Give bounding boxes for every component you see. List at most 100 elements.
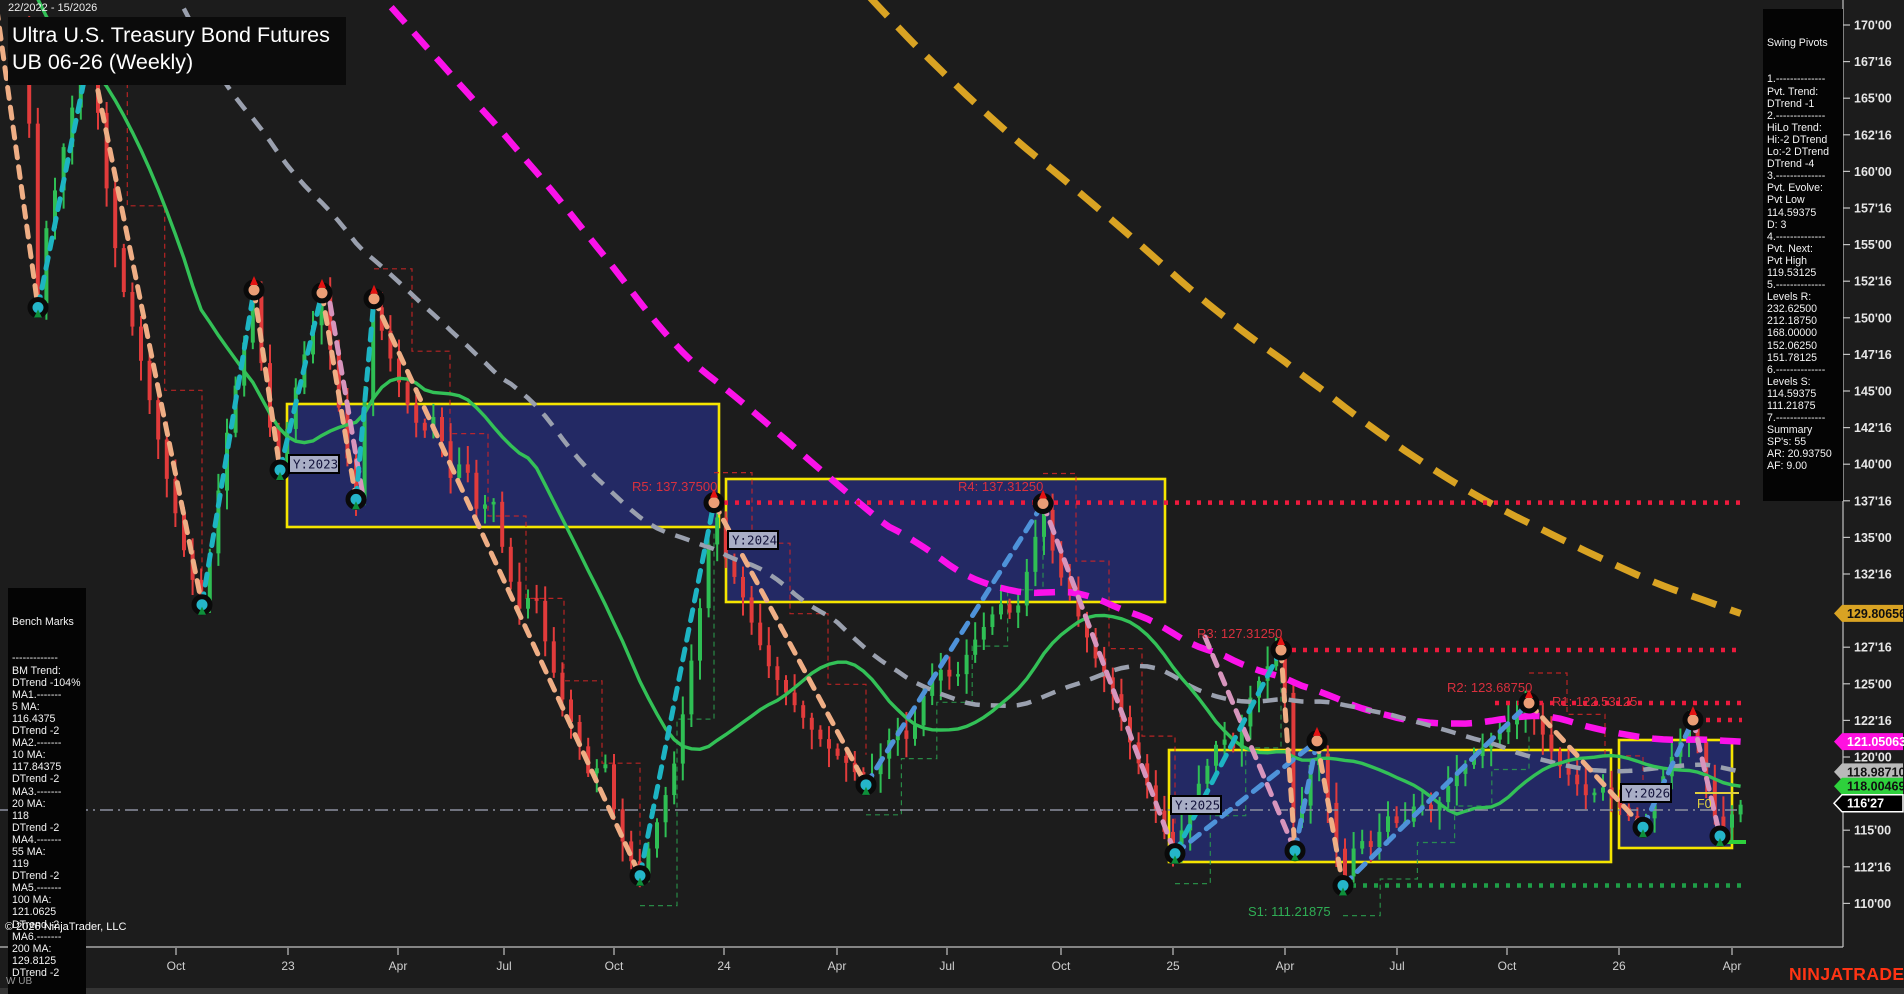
swing-pivots-line: 232.62500: [1767, 303, 1818, 316]
time-axis-label: Jul: [1389, 959, 1404, 973]
swing-pivots-line: 212.18750: [1767, 315, 1818, 328]
bench-marks-line: MA1.-------: [12, 688, 62, 701]
bench-marks-line: 117.84375: [12, 761, 62, 774]
price-axis-label: 147'16: [1854, 348, 1892, 362]
swing-pivots-line: Pvt High: [1767, 254, 1808, 267]
bench-marks-line: MA5.-------: [12, 882, 62, 895]
level-label-S1: S1: 111.21875: [1248, 904, 1331, 919]
time-axis-label: Apr: [389, 959, 408, 973]
year-chip-label: Y:2026: [1625, 786, 1670, 801]
bench-marks-line: MA2.-------: [12, 737, 62, 750]
bench-marks-line: BM Trend:: [12, 664, 61, 677]
swing-pivots-line: Pvt. Trend:: [1767, 85, 1819, 98]
year-chip-label: Y:2025: [1175, 798, 1220, 813]
price-marker-chips: 129.80656 121.05063 118.98710118.00469 116'…: [1832, 604, 1904, 813]
bench-marks-line: 200 MA:: [12, 942, 52, 955]
price-axis-label: 150'00: [1854, 311, 1892, 325]
bench-marks-line: DTrend -2: [12, 773, 60, 786]
swing-pivots-line: Hi:-2 DTrend: [1767, 133, 1828, 146]
time-axis-label: Jul: [496, 959, 511, 973]
chart-window: R5: 137.37500 R4: 137.31250 R3: 127.31250 R…: [0, 0, 1904, 994]
bench-marks-line: DTrend -2: [12, 821, 60, 834]
year-chip-label: Y:2024: [732, 533, 777, 548]
price-axis-label: 110'00: [1854, 897, 1891, 911]
price-marker-label: 121.05063: [1847, 735, 1904, 749]
swing-pivots-line: DTrend -4: [1767, 158, 1815, 171]
bench-marks-line: MA3.-------: [12, 785, 62, 798]
time-axis-label: Apr: [1723, 959, 1742, 973]
swing-pivots-line: AR: 20.93750: [1767, 448, 1832, 461]
swing-pivots-panel: Swing Pivots 1.-------------- Pvt. Trend:…: [1763, 9, 1843, 501]
window-resize-strip: [0, 988, 1904, 994]
price-axis-label: 145'00: [1854, 385, 1892, 399]
swing-pivots-line: Levels S:: [1767, 375, 1811, 388]
swing-pivots-line: 7.--------------: [1767, 412, 1826, 425]
swing-pivots-line: 5.--------------: [1767, 279, 1826, 292]
swing-pivots-line: 114.59375: [1767, 387, 1817, 400]
level-label-R1: R1: 122.53125: [1552, 694, 1637, 709]
bench-marks-panel: Bench Marks ------------- BM Trend: DTrend…: [8, 588, 86, 994]
price-axis-label: 162'16: [1854, 128, 1892, 142]
price-axis-label: 157'16: [1854, 202, 1892, 216]
swing-pivots-line: 1.--------------: [1767, 73, 1826, 86]
price-marker-label: 116'27: [1847, 797, 1884, 811]
price-axis-label: 142'16: [1854, 421, 1892, 435]
price-axis-label: 155'00: [1854, 238, 1892, 252]
time-axis-label: Oct: [167, 959, 186, 973]
time-axis-label: 23: [281, 959, 295, 973]
year-boxes: [285, 402, 1734, 864]
time-axis-label: Apr: [828, 959, 847, 973]
chart-title: Ultra U.S. Treasury Bond Futures UB 06-2…: [8, 17, 346, 85]
time-axis-label: Oct: [1498, 959, 1517, 973]
price-axis-label: 115'00: [1854, 824, 1891, 838]
bench-marks-line: DTrend -2: [12, 870, 60, 883]
level-label-R3: R3: 127.31250: [1197, 626, 1282, 641]
swing-pivots-line: 152.06250: [1767, 339, 1818, 352]
stop-steps-down: [374, 268, 641, 846]
price-axis-label: 132'16: [1854, 568, 1892, 582]
swing-pivots-line: 111.21875: [1767, 400, 1816, 412]
bench-marks-line: 118: [12, 809, 29, 822]
level-label-R2: R2: 123.68750: [1447, 680, 1532, 695]
bench-marks-line: DTrend -2: [12, 725, 60, 738]
year-box: [1167, 748, 1613, 864]
price-marker-label: 118.00469: [1847, 780, 1904, 794]
bench-marks-line: 119: [12, 858, 29, 871]
swing-pivots-line: 151.78125: [1767, 351, 1818, 364]
swing-pivots-line: 168.00000: [1767, 327, 1818, 340]
bench-marks-line: 5 MA:: [12, 700, 40, 713]
price-axis-label: 112'16: [1854, 860, 1891, 874]
price-axis-label: 122'16: [1854, 714, 1892, 728]
swing-pivots-line: 114.59375: [1767, 206, 1817, 219]
swing-pivots-line: SP's: 55: [1767, 436, 1807, 449]
bench-marks-line: 121.0625: [12, 906, 57, 919]
price-axis-label: 127'16: [1854, 641, 1892, 655]
time-axis-label: Oct: [1052, 959, 1071, 973]
swing-pivots-line: AF: 9.00: [1767, 460, 1808, 473]
price-marker-label: 129.80656: [1847, 607, 1904, 621]
swing-pivots-line: 2.--------------: [1767, 109, 1826, 122]
price-axis-label: 125'00: [1854, 677, 1892, 691]
bench-marks-line: MA4.-------: [12, 833, 62, 846]
time-axis-label: Jul: [939, 959, 954, 973]
swing-pivots-line: Levels R:: [1767, 291, 1812, 304]
swing-pivots-panel-lines: 1.-------------- Pvt. Trend: DTrend -1 2.--…: [1767, 73, 1839, 472]
time-axis-label: 26: [1612, 959, 1626, 973]
instrument-label: W UB: [6, 976, 33, 987]
swing-pivots-line: Lo:-2 DTrend: [1767, 146, 1830, 159]
candles: [10, 16, 1743, 888]
bench-marks-line: 129.8125: [12, 954, 57, 967]
ninjatrader-logo: NINJATRADER: [1789, 964, 1904, 984]
chart-title-line2: UB 06-26 (Weekly): [12, 50, 194, 74]
price-marker-label: 118.98710: [1847, 765, 1904, 779]
time-axis-label: 25: [1166, 959, 1180, 973]
chart-title-line1: Ultra U.S. Treasury Bond Futures: [12, 23, 330, 47]
bench-marks-line: 20 MA:: [12, 797, 46, 810]
price-axis-label: 167'16: [1854, 55, 1892, 69]
swing-pivots-line: 6.--------------: [1767, 363, 1826, 376]
price-axis-label: 165'00: [1854, 92, 1892, 106]
time-axis-label: Oct: [605, 959, 624, 973]
price-chart-canvas[interactable]: R5: 137.37500 R4: 137.31250 R3: 127.31250 R…: [0, 0, 1904, 994]
swing-pivots-line: DTrend -1: [1767, 97, 1815, 110]
swing-pivots-line: Pvt. Evolve:: [1767, 182, 1823, 195]
